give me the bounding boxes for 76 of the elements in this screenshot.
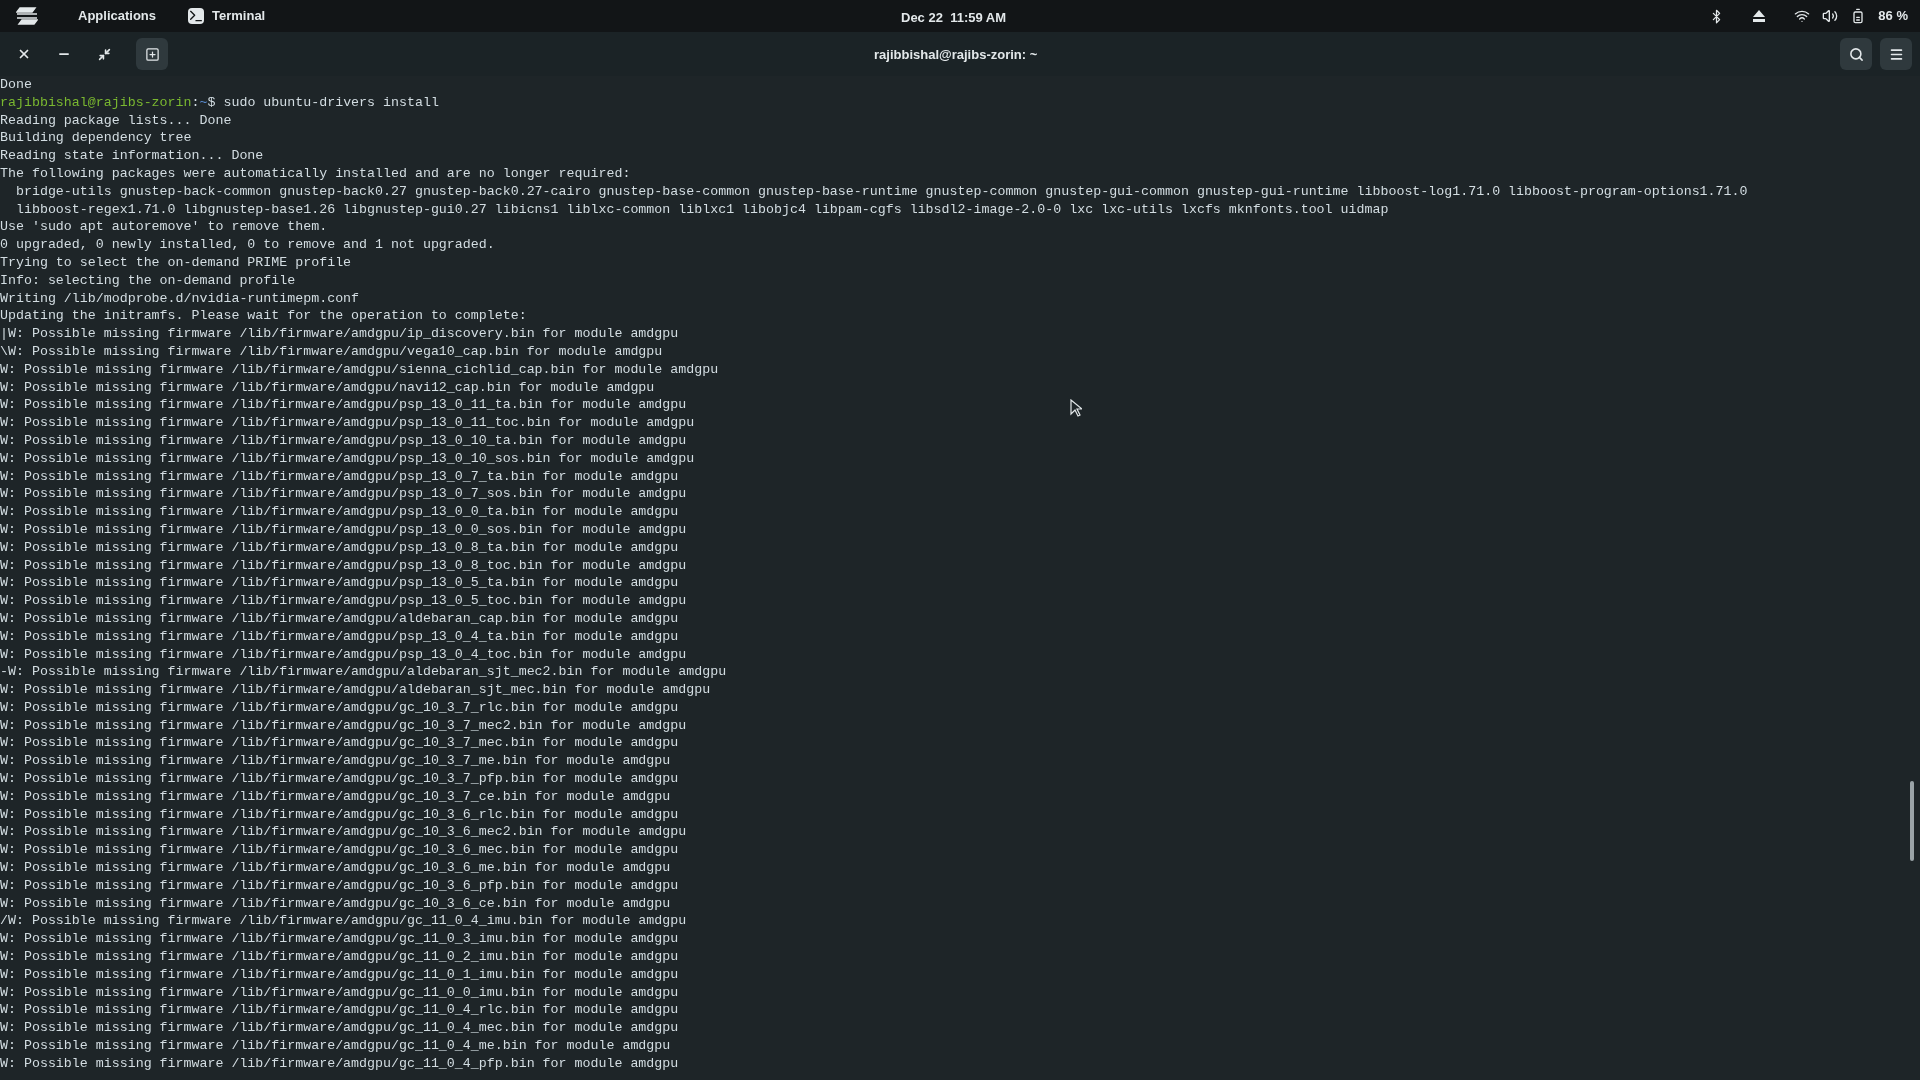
terminal-line: |W: Possible missing firmware /lib/firmware/amdgpu/ip_discovery.bin for module amdgpu	[0, 325, 679, 343]
terminal-line: Building dependency tree	[0, 129, 192, 148]
mouse-pointer-icon	[1070, 399, 1082, 417]
terminal-line: W: Possible missing firmware /lib/firmware/amdgpu/gc_11_0_4_me.bin for module amdgpu	[0, 1037, 671, 1055]
terminal-line: W: Possible missing firmware /lib/firmware/amdgpu/gc_10_3_6_pfp.bin for module amdgpu	[0, 876, 679, 895]
terminal-line: W: Possible missing firmware /lib/firmware/amdgpu/psp_13_0_0_sos.bin for module amdgpu	[0, 520, 687, 539]
terminal-line: W: Possible missing firmware /lib/firmware/amdgpu/psp_13_0_10_ta.bin for module amdgpu	[0, 431, 687, 450]
close-icon	[17, 47, 31, 61]
terminal-line: W: Possible missing firmware /lib/firmware/amdgpu/gc_11_0_2_imu.bin for module amdgpu	[0, 948, 679, 966]
terminal-line: W: Possible missing firmware /lib/firmware/amdgpu/gc_10_3_7_pfp.bin for module amdgpu	[0, 770, 679, 788]
terminal-line: Info: selecting the on-demand profile	[0, 271, 296, 290]
terminal-line: W: Possible missing firmware /lib/firmware/amdgpu/psp_13_0_5_ta.bin for module amdgpu	[0, 574, 679, 593]
search-icon	[1848, 46, 1864, 62]
scrollbar-thumb[interactable]	[1910, 781, 1914, 861]
eject-icon[interactable]	[1752, 10, 1767, 22]
zorin-logo-icon[interactable]	[16, 7, 38, 25]
terminal-line: W: Possible missing firmware /lib/firmware/amdgpu/gc_10_3_7_mec2.bin for module amdgpu	[0, 716, 687, 735]
terminal-line: Reading package lists... Done	[0, 111, 232, 130]
terminal-line: W: Possible missing firmware /lib/firmware/amdgpu/psp_13_0_4_toc.bin for module amdgpu	[0, 645, 687, 664]
plus-square-icon	[144, 46, 160, 62]
terminal-line: W: Possible missing firmware /lib/firmware/amdgpu/navi12_cap.bin for module amdgpu	[0, 378, 655, 397]
terminal-line: bridge-utils gnustep-back-common gnustep-back0.27 gnustep-back0.27-cairo gnustep-base-common gnustep-base-runtime gnustep-common gnustep-gui-common gnustep-gui-runtime libboost-log1.71.0 libboost-program-options1.71.0	[14, 182, 1748, 201]
terminal-line: W: Possible missing firmware /lib/firmware/amdgpu/psp_13_0_5_toc.bin for module amdgpu	[0, 592, 687, 610]
terminal-line: Done	[0, 76, 32, 94]
terminal-line: W: Possible missing firmware /lib/firmware/amdgpu/gc_10_3_7_rlc.bin for module amdgpu	[0, 698, 679, 717]
terminal-line: W: Possible missing firmware /lib/firmware/amdgpu/psp_13_0_8_ta.bin for module amdgpu	[0, 538, 679, 557]
terminal-line: W: Possible missing firmware /lib/firmware/amdgpu/gc_10_3_6_rlc.bin for module amdgpu	[0, 805, 679, 824]
terminal-line: rajibbishal@rajibs-zorin:~$ sudo ubuntu-drivers install	[0, 93, 439, 112]
terminal-line: -W: Possible missing firmware /lib/firmware/amdgpu/aldebaran_sjt_mec2.bin for module amdgpu	[0, 663, 727, 682]
terminal-line: W: Possible missing firmware /lib/firmware/amdgpu/gc_10_3_6_mec2.bin for module amdgpu	[0, 823, 687, 842]
terminal-line: W: Possible missing firmware /lib/firmware/amdgpu/gc_10_3_7_mec.bin for module amdgpu	[0, 734, 679, 753]
clock[interactable]: Dec 22 11:59 AM	[901, 8, 1007, 28]
terminal-line: Trying to select the on-demand PRIME profile	[0, 253, 352, 272]
restore-icon	[97, 47, 111, 61]
terminal-line: W: Possible missing firmware /lib/firmware/amdgpu/psp_13_0_11_toc.bin for module amdgpu	[0, 414, 695, 432]
terminal-line: W: Possible missing firmware /lib/firmware/amdgpu/psp_13_0_8_toc.bin for module amdgpu	[0, 556, 687, 575]
terminal-line: W: Possible missing firmware /lib/firmware/amdgpu/psp_13_0_10_sos.bin for module amdgpu	[0, 449, 695, 468]
terminal-line: W: Possible missing firmware /lib/firmware/amdgpu/psp_13_0_0_ta.bin for module amdgpu	[0, 503, 679, 521]
terminal-line: W: Possible missing firmware /lib/firmware/amdgpu/gc_10_3_6_ce.bin for module amdgpu	[0, 894, 671, 913]
terminal-line: 0 upgraded, 0 newly installed, 0 to remove and 1 not upgraded.	[0, 236, 495, 254]
terminal-line: Reading state information... Done	[0, 147, 264, 165]
terminal-line: Use 'sudo apt autoremove' to remove them.	[0, 218, 328, 237]
terminal-line: W: Possible missing firmware /lib/firmware/amdgpu/aldebaran_sjt_mec.bin for module amdgpu	[0, 681, 711, 699]
terminal-line: W: Possible missing firmware /lib/firmware/amdgpu/sienna_cichlid_cap.bin for module amdgpu	[0, 360, 719, 379]
terminal-line: W: Possible missing firmware /lib/firmware/amdgpu/psp_13_0_11_ta.bin for module amdgpu	[0, 396, 687, 415]
terminal-line: W: Possible missing firmware /lib/firmware/amdgpu/psp_13_0_7_ta.bin for module amdgpu	[0, 467, 679, 486]
terminal-line: W: Possible missing firmware /lib/firmware/amdgpu/gc_10_3_7_ce.bin for module amdgpu	[0, 787, 671, 806]
terminal-icon	[188, 8, 204, 24]
terminal-line: \W: Possible missing firmware /lib/firmware/amdgpu/vega10_cap.bin for module amdgpu	[0, 342, 663, 361]
terminal-line: libboost-regex1.71.0 libgnustep-base1.26 libgnustep-gui0.27 libicns1 liblxc-common liblxc1 libobjc4 libpam-cgfs libsdl2-image-2.0-0 lxc lxc-utils lxcfs mknfonts.tool uidmap	[14, 200, 1389, 219]
terminal-line: W: Possible missing firmware /lib/firmware/amdgpu/gc_10_3_7_me.bin for module amdgpu	[0, 752, 671, 771]
search-button[interactable]	[1840, 38, 1872, 70]
terminal-line: W: Possible missing firmware /lib/firmware/amdgpu/aldebaran_cap.bin for module amdgpu	[0, 609, 679, 628]
terminal-line: /W: Possible missing firmware /lib/firmware/amdgpu/gc_11_0_4_imu.bin for module amdgpu	[0, 912, 687, 931]
volume-icon[interactable]	[1822, 8, 1839, 24]
wifi-icon[interactable]	[1794, 8, 1811, 24]
terminal-line: W: Possible missing firmware /lib/firmware/amdgpu/psp_13_0_7_sos.bin for module amdgpu	[0, 485, 687, 504]
terminal-line: W: Possible missing firmware /lib/firmware/amdgpu/gc_11_0_4_mec.bin for module amdgpu	[0, 1019, 679, 1038]
terminal-line: Writing /lib/modprobe.d/nvidia-runtimepm.conf	[0, 289, 360, 308]
menu-icon	[1888, 46, 1904, 62]
terminal-line: W: Possible missing firmware /lib/firmware/amdgpu/gc_11_0_1_imu.bin for module amdgpu	[0, 965, 679, 984]
terminal-line: W: Possible missing firmware /lib/firmware/amdgpu/gc_10_3_6_me.bin for module amdgpu	[0, 859, 671, 877]
menu-button[interactable]	[1880, 38, 1912, 70]
terminal-line: W: Possible missing firmware /lib/firmware/amdgpu/psp_13_0_4_ta.bin for module amdgpu	[0, 627, 679, 646]
window-title: rajibbishal@rajibs-zorin: ~	[874, 46, 1038, 64]
terminal-line: Updating the initramfs. Please wait for the operation to complete:	[0, 307, 527, 326]
new-tab-button[interactable]	[136, 38, 168, 70]
battery-percent[interactable]: 86 %	[1878, 6, 1908, 26]
terminal-line: W: Possible missing firmware /lib/firmware/amdgpu/gc_10_3_6_mec.bin for module amdgpu	[0, 841, 679, 860]
terminal-line: W: Possible missing firmware /lib/firmware/amdgpu/gc_11_0_4_rlc.bin for module amdgpu	[0, 1001, 679, 1020]
applications-menu[interactable]: Applications	[78, 6, 156, 26]
app-name[interactable]: Terminal	[212, 6, 266, 26]
terminal-line: The following packages were automatically installed and are no longer required:	[0, 165, 631, 183]
terminal-line: W: Possible missing firmware /lib/firmware/amdgpu/gc_11_0_0_imu.bin for module amdgpu	[0, 983, 679, 1002]
terminal-line: W: Possible missing firmware /lib/firmware/amdgpu/gc_11_0_4_pfp.bin for module amdgpu	[0, 1054, 679, 1073]
terminal-line: W: Possible missing firmware /lib/firmware/amdgpu/gc_11_0_3_imu.bin for module amdgpu	[0, 930, 679, 949]
